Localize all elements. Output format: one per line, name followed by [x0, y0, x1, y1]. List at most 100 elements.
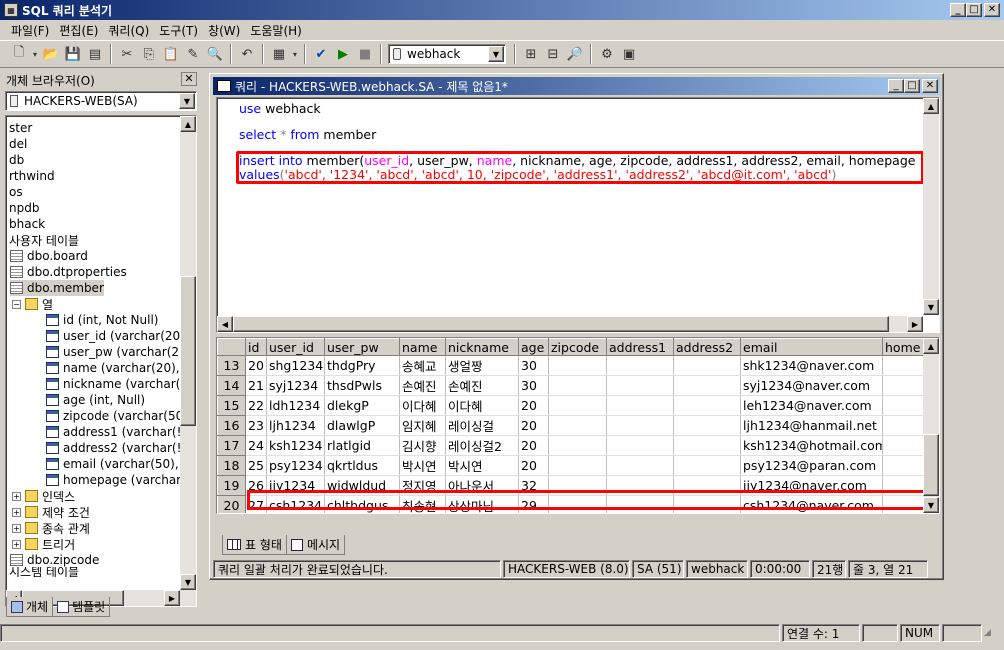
column-header[interactable]: zipcode: [548, 338, 607, 356]
tree-item-table[interactable]: dbo.dtproperties: [10, 264, 127, 280]
table-cell[interactable]: 20: [518, 435, 549, 456]
table-cell[interactable]: rlatlgid: [324, 435, 400, 456]
column-header[interactable]: nickname: [445, 338, 519, 356]
chevron-down-icon[interactable]: ▼: [179, 93, 195, 109]
table-cell[interactable]: [882, 355, 924, 376]
table-cell[interactable]: 박시연: [399, 455, 446, 476]
menu-edit[interactable]: 편집(E): [54, 22, 103, 39]
table-cell[interactable]: [673, 375, 741, 396]
parse-query-icon[interactable]: ✔: [310, 43, 332, 65]
table-cell[interactable]: [882, 415, 924, 436]
tree-item-column[interactable]: address1 (varchar(!: [46, 424, 181, 440]
column-header[interactable]: name: [399, 338, 446, 356]
tree-item-column[interactable]: age (int, Null): [46, 392, 145, 408]
table-cell[interactable]: [548, 435, 607, 456]
table-row[interactable]: 15 22 ldh1234 dlekgP 이다혜 이다혜 20 leh1234@naver.c…: [217, 395, 924, 416]
table-cell[interactable]: [606, 435, 674, 456]
scroll-down-icon[interactable]: ▼: [923, 299, 939, 315]
object-search-icon[interactable]: 🔎: [564, 43, 586, 65]
table-cell[interactable]: [882, 435, 924, 456]
column-header[interactable]: address1: [606, 338, 674, 356]
row-number[interactable]: 20: [217, 495, 246, 513]
find-icon[interactable]: 🔍: [204, 43, 226, 65]
tree-item[interactable]: db: [9, 152, 24, 168]
scroll-right-icon[interactable]: ▶: [164, 590, 180, 606]
table-cell[interactable]: 20: [245, 355, 267, 376]
table-cell[interactable]: dlawlgP: [324, 415, 400, 436]
row-number[interactable]: 17: [217, 435, 246, 456]
query-window-icon[interactable]: [217, 80, 231, 92]
tree-item-column[interactable]: name (varchar(20),: [46, 360, 180, 376]
row-number[interactable]: 18: [217, 455, 246, 476]
column-header[interactable]: email: [740, 338, 883, 356]
table-cell[interactable]: 박시연: [445, 455, 519, 476]
cut-icon[interactable]: ✂: [116, 43, 138, 65]
table-cell[interactable]: [673, 435, 741, 456]
table-cell[interactable]: 30: [518, 375, 549, 396]
new-query-icon[interactable]: 🗋: [8, 43, 30, 65]
table-cell[interactable]: [673, 355, 741, 376]
tree-item-column[interactable]: user_pw (varchar(2: [46, 344, 179, 360]
tree-item-indexes[interactable]: + 인덱스: [12, 488, 75, 504]
clear-window-icon[interactable]: ✎: [182, 43, 204, 65]
tree-item[interactable]: rthwind: [9, 168, 55, 184]
table-cell[interactable]: 레이싱걸: [445, 415, 519, 436]
column-header[interactable]: user_pw: [324, 338, 400, 356]
tree-item-column[interactable]: user_id (varchar(20: [46, 328, 180, 344]
table-cell[interactable]: [882, 455, 924, 476]
save-icon[interactable]: 💾: [62, 43, 84, 65]
table-cell[interactable]: qkrtldus: [324, 455, 400, 476]
table-cell[interactable]: 21: [245, 375, 267, 396]
close-button[interactable]: ✕: [984, 3, 1000, 17]
table-cell[interactable]: 생얼짱: [445, 355, 519, 376]
app-icon[interactable]: ▦: [4, 3, 18, 17]
tree-item[interactable]: del: [9, 136, 27, 152]
menu-tools[interactable]: 도구(T): [154, 22, 203, 39]
cancel-query-icon[interactable]: ■: [354, 43, 376, 65]
menu-file[interactable]: 파일(F): [6, 22, 54, 39]
tree-item-column[interactable]: address2 (varchar(!: [46, 440, 181, 456]
dropdown-arrow-icon[interactable]: ▾: [30, 43, 40, 65]
copy-icon[interactable]: ⎘: [138, 43, 160, 65]
table-cell[interactable]: 20: [518, 415, 549, 436]
execute-query-icon[interactable]: ▶: [332, 43, 354, 65]
table-cell[interactable]: [548, 395, 607, 416]
table-cell[interactable]: [606, 395, 674, 416]
table-cell[interactable]: 이다혜: [445, 395, 519, 416]
column-header[interactable]: [217, 338, 246, 356]
table-row[interactable]: 14 21 syj1234 thsdPwls 손예진 손예진 30 syj1234@naver…: [217, 375, 924, 396]
tree-item-table[interactable]: dbo.zipcode: [10, 552, 99, 568]
expand-icon[interactable]: +: [12, 539, 21, 549]
column-header[interactable]: address2: [673, 338, 741, 356]
tree-item[interactable]: ster: [9, 120, 32, 136]
table-cell[interactable]: 20: [518, 395, 549, 416]
server-select[interactable]: HACKERS-WEB(SA) ▼: [5, 91, 197, 111]
table-cell[interactable]: psy1234: [266, 455, 325, 476]
column-header[interactable]: home: [882, 338, 924, 356]
table-cell[interactable]: [548, 415, 607, 436]
column-header[interactable]: user_id: [266, 338, 325, 356]
tree-item-column[interactable]: zipcode (varchar(50: [46, 408, 183, 424]
maximize-button[interactable]: □: [966, 3, 982, 17]
scroll-down-icon[interactable]: ▼: [923, 497, 939, 513]
close-button[interactable]: ✕: [922, 79, 938, 93]
table-cell[interactable]: 25: [245, 455, 267, 476]
tree-item-column[interactable]: nickname (varchar(: [46, 376, 180, 392]
table-cell[interactable]: 김시향: [399, 435, 446, 456]
open-folder-icon[interactable]: 📂: [40, 43, 62, 65]
column-header[interactable]: age: [518, 338, 549, 356]
table-row[interactable]: 13 20 shg1234 thdgPry 송혜교 생얼짱 30 shk1234@naver.…: [217, 355, 924, 376]
tab-grid[interactable]: 표 형태: [222, 535, 287, 555]
table-cell[interactable]: 임지혜: [399, 415, 446, 436]
table-cell[interactable]: 23: [245, 415, 267, 436]
table-cell[interactable]: thsdPwls: [324, 375, 400, 396]
table-cell[interactable]: 손예진: [445, 375, 519, 396]
tree-item-dependencies[interactable]: + 종속 관계: [12, 520, 90, 536]
row-number[interactable]: 14: [217, 375, 246, 396]
table-cell[interactable]: 이다혜: [399, 395, 446, 416]
tree-item[interactable]: os: [9, 184, 23, 200]
table-cell[interactable]: [673, 415, 741, 436]
scroll-thumb[interactable]: [180, 276, 196, 426]
tree-item-table-selected[interactable]: dbo.member: [10, 280, 104, 296]
table-cell[interactable]: 손예진: [399, 375, 446, 396]
